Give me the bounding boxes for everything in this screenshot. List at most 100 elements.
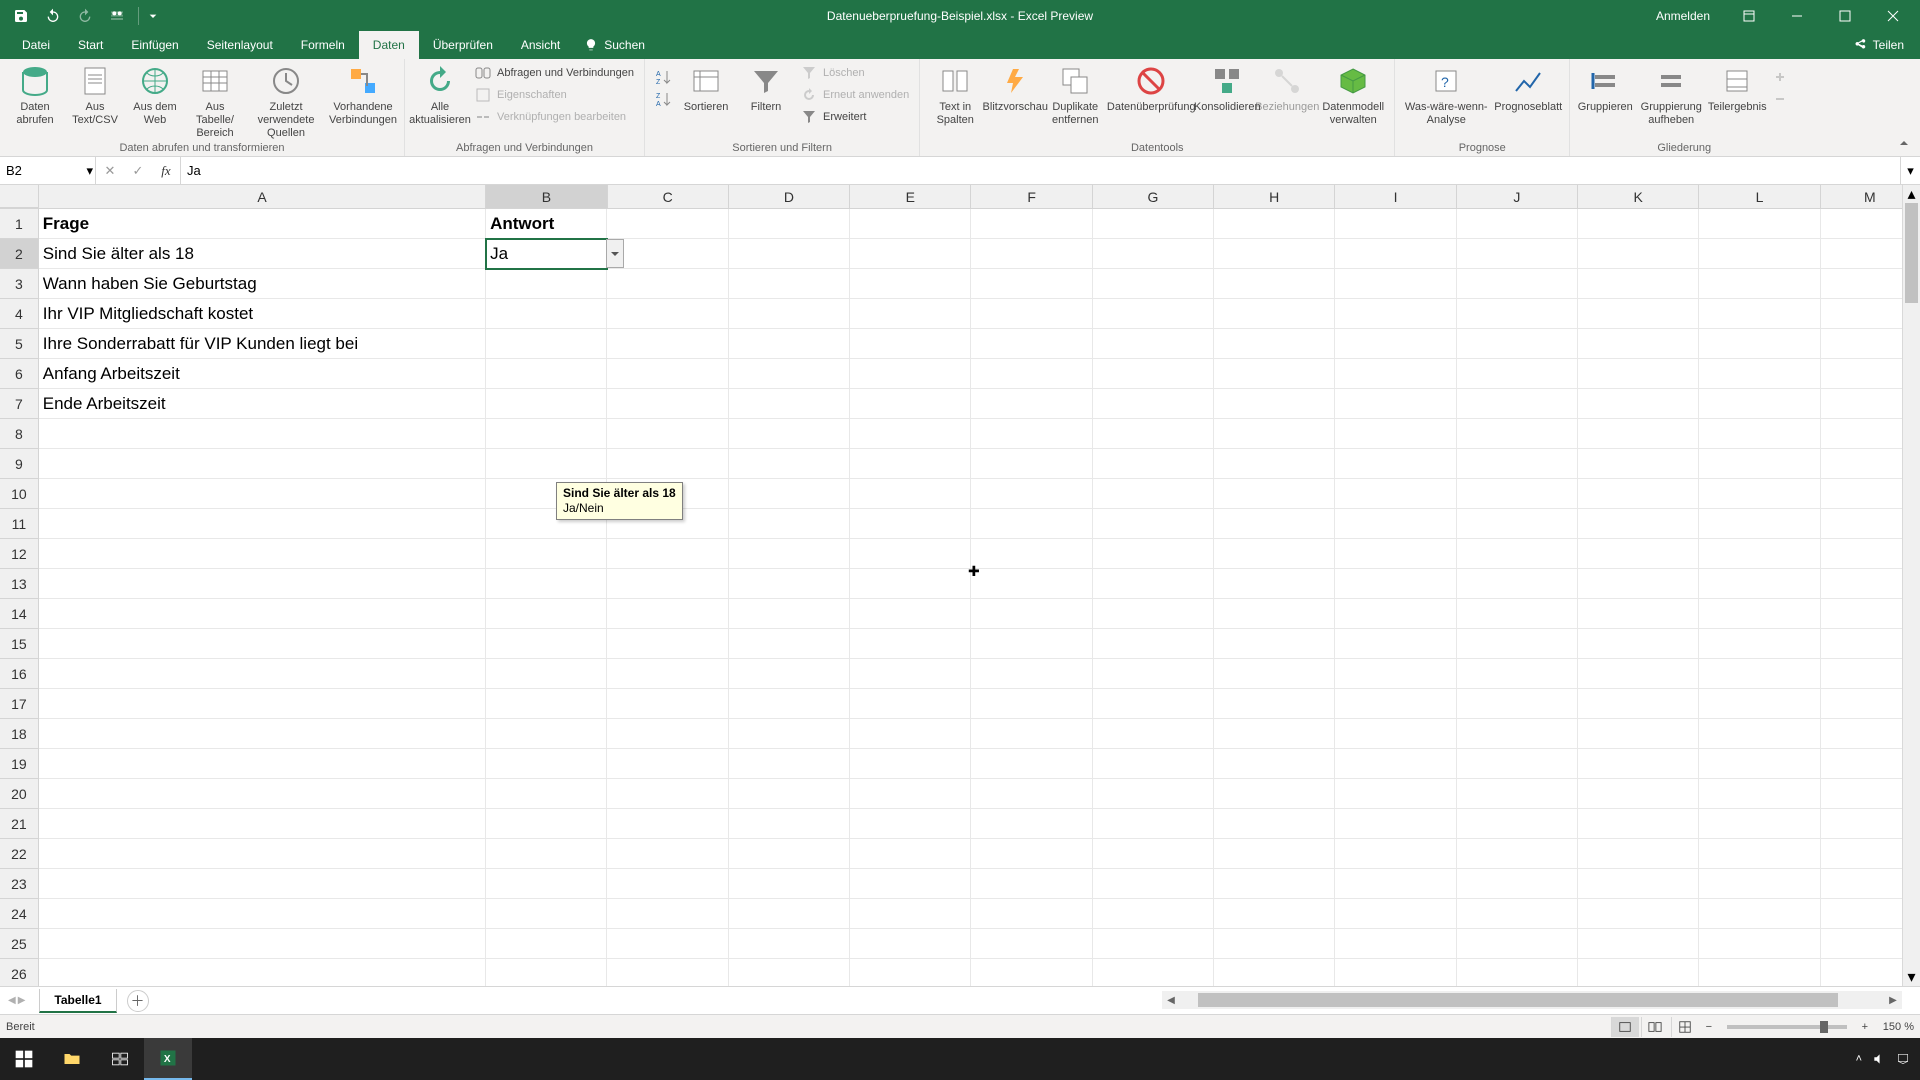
cell[interactable] (39, 539, 486, 569)
cell[interactable] (1335, 809, 1456, 839)
col-header[interactable]: A (39, 185, 486, 208)
cell[interactable] (729, 599, 850, 629)
cell[interactable]: Ihr VIP Mitgliedschaft kostet (39, 299, 486, 329)
col-header[interactable]: L (1699, 185, 1820, 208)
show-detail-button[interactable] (1768, 67, 1792, 87)
cell[interactable] (1578, 479, 1699, 509)
cell[interactable] (607, 239, 728, 269)
cell[interactable] (1457, 239, 1578, 269)
cell[interactable] (971, 329, 1092, 359)
cell[interactable] (1699, 569, 1820, 599)
cell[interactable] (1699, 779, 1820, 809)
cell[interactable] (39, 719, 486, 749)
cell[interactable] (971, 539, 1092, 569)
cell[interactable] (1214, 899, 1335, 929)
refresh-all-button[interactable]: Alle aktualisieren (411, 61, 469, 127)
minimize-icon[interactable] (1774, 2, 1820, 30)
cell[interactable] (1578, 809, 1699, 839)
sort-za-button[interactable]: ZA (651, 89, 675, 109)
cell[interactable] (1214, 239, 1335, 269)
cell[interactable] (1699, 239, 1820, 269)
cell[interactable] (850, 569, 971, 599)
cell[interactable] (971, 389, 1092, 419)
cell[interactable] (1093, 509, 1214, 539)
cell[interactable] (1457, 959, 1578, 989)
zoom-in-button[interactable]: + (1857, 1021, 1873, 1033)
cell[interactable] (39, 449, 486, 479)
scroll-up-icon[interactable]: ▴ (1903, 185, 1920, 203)
cell[interactable] (850, 449, 971, 479)
name-box-input[interactable] (6, 163, 89, 178)
tab-datei[interactable]: Datei (8, 31, 64, 59)
sort-az-button[interactable]: AZ (651, 67, 675, 87)
row-header[interactable]: 21 (0, 809, 39, 839)
cell[interactable] (971, 659, 1092, 689)
cell[interactable] (1699, 929, 1820, 959)
cell[interactable] (1578, 959, 1699, 989)
cell[interactable] (1214, 449, 1335, 479)
cell[interactable] (1335, 539, 1456, 569)
cell[interactable] (850, 599, 971, 629)
cell[interactable]: Frage (39, 209, 486, 239)
cell[interactable] (1335, 479, 1456, 509)
cell[interactable] (1335, 419, 1456, 449)
cell[interactable] (39, 599, 486, 629)
cell[interactable] (39, 659, 486, 689)
tab-einfuegen[interactable]: Einfügen (117, 31, 192, 59)
cell[interactable] (486, 419, 607, 449)
cell[interactable] (1214, 719, 1335, 749)
cell[interactable] (486, 299, 607, 329)
cell[interactable] (1093, 929, 1214, 959)
cell[interactable] (1214, 539, 1335, 569)
cell[interactable]: Sind Sie älter als 18 (39, 239, 486, 269)
cell[interactable] (971, 569, 1092, 599)
cell[interactable] (1699, 359, 1820, 389)
cell[interactable] (729, 749, 850, 779)
cell[interactable] (1093, 329, 1214, 359)
row-header[interactable]: 26 (0, 959, 39, 989)
cell[interactable] (1214, 569, 1335, 599)
cell[interactable] (850, 269, 971, 299)
subtotal-button[interactable]: Teilergebnis (1708, 61, 1766, 114)
row-header[interactable]: 12 (0, 539, 39, 569)
cell[interactable] (1335, 659, 1456, 689)
cell[interactable] (1335, 599, 1456, 629)
tab-ueberpruefen[interactable]: Überprüfen (419, 31, 507, 59)
cell[interactable]: Ja (486, 239, 607, 269)
file-explorer-icon[interactable] (48, 1038, 96, 1080)
edit-links-button[interactable]: Verknüpfungen bearbeiten (471, 107, 638, 127)
cell[interactable] (486, 929, 607, 959)
cell[interactable] (729, 869, 850, 899)
cell[interactable] (1093, 689, 1214, 719)
cell[interactable] (1578, 719, 1699, 749)
text-to-columns-button[interactable]: Text in Spalten (926, 61, 984, 127)
cell[interactable] (1699, 719, 1820, 749)
group-button[interactable]: Gruppieren (1576, 61, 1634, 114)
relationships-button[interactable]: Beziehungen (1258, 61, 1316, 114)
cell[interactable] (1578, 359, 1699, 389)
cell[interactable] (1457, 689, 1578, 719)
cell[interactable] (1335, 569, 1456, 599)
sheet-nav-prev-icon[interactable]: ◀ (8, 995, 16, 1006)
cell[interactable] (1578, 299, 1699, 329)
cell[interactable] (1335, 719, 1456, 749)
cell[interactable] (971, 479, 1092, 509)
cell[interactable] (729, 539, 850, 569)
task-view-icon[interactable] (96, 1038, 144, 1080)
row-header[interactable]: 13 (0, 569, 39, 599)
cell[interactable] (607, 389, 728, 419)
cell[interactable] (1093, 569, 1214, 599)
cell[interactable] (1335, 929, 1456, 959)
row-header[interactable]: 17 (0, 689, 39, 719)
cell[interactable] (971, 299, 1092, 329)
cell[interactable] (971, 959, 1092, 989)
cell[interactable] (1214, 359, 1335, 389)
cell[interactable] (1699, 659, 1820, 689)
cell[interactable] (1578, 329, 1699, 359)
cell[interactable] (486, 269, 607, 299)
cell[interactable] (607, 719, 728, 749)
cell[interactable] (1578, 629, 1699, 659)
scroll-right-icon[interactable]: ▶ (1884, 995, 1902, 1006)
cell[interactable] (1093, 839, 1214, 869)
cell[interactable] (1699, 479, 1820, 509)
